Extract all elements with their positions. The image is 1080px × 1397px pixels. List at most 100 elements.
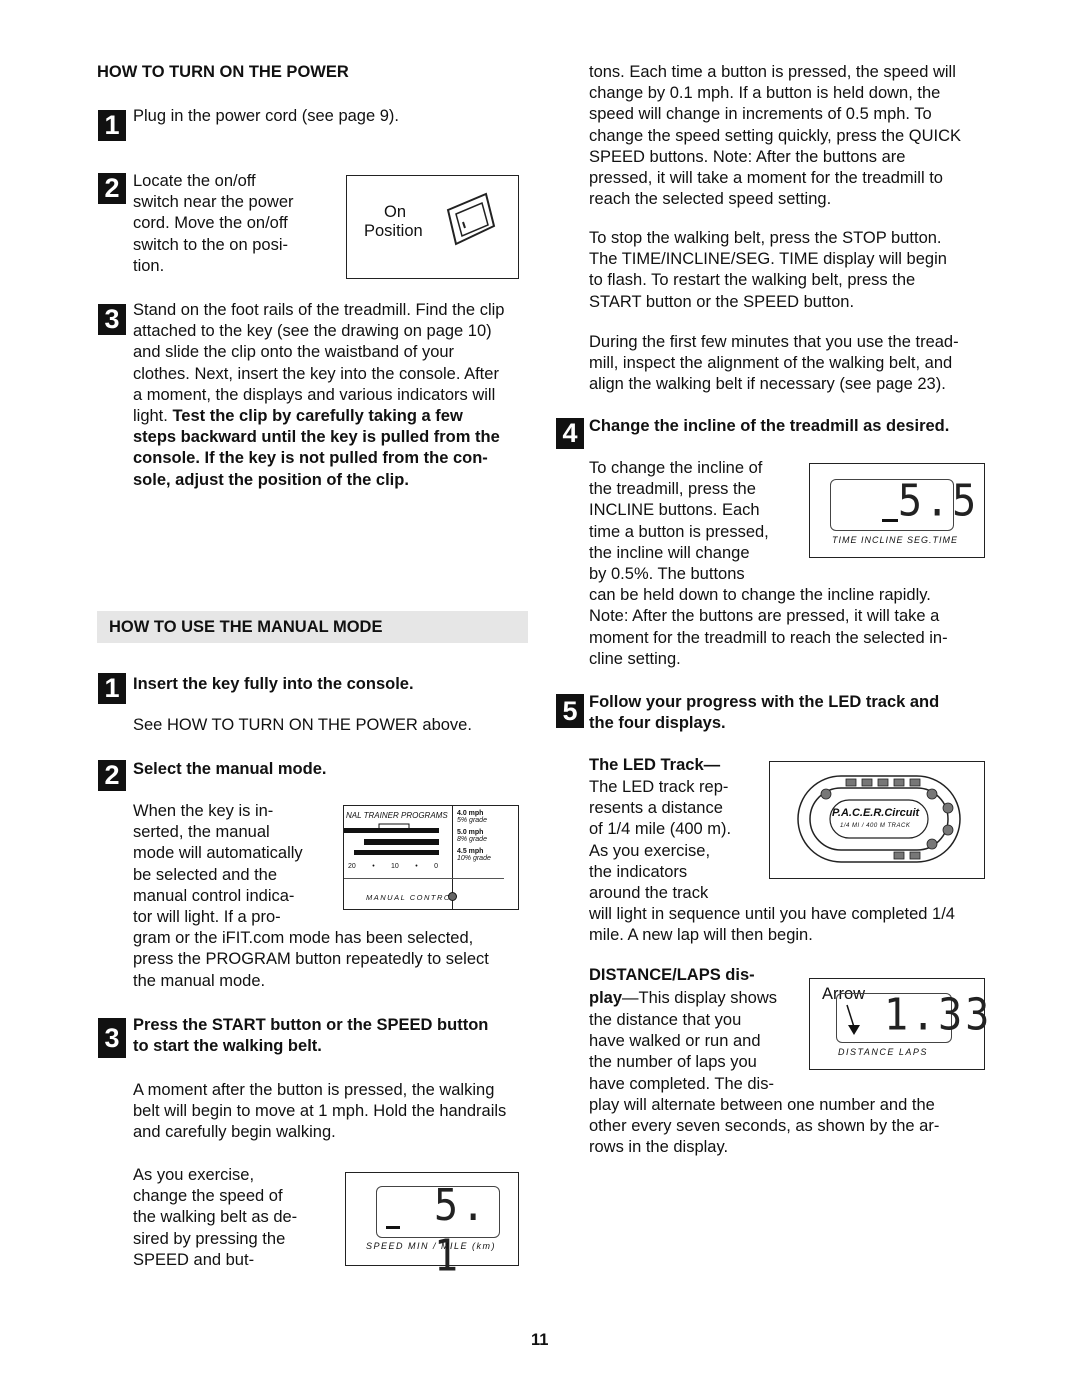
manual-indicator-icon: [448, 892, 457, 901]
text-line: and slide the clip onto the waistband of…: [133, 343, 455, 362]
subheading: DISTANCE/LAPS dis-: [589, 966, 755, 984]
paragraph: tons. Each time a button is pressed, the…: [589, 62, 961, 210]
track-caption: 1/4 MI / 400 M TRACK: [840, 823, 911, 829]
text-line: press the PROGRAM button repeatedly to s…: [133, 950, 489, 969]
subheading: play: [589, 989, 623, 1007]
text-line: cline setting.: [589, 649, 681, 668]
text-line: play will alternate between one number a…: [589, 1095, 935, 1114]
paragraph: During the first few minutes that you us…: [589, 332, 959, 396]
text-line: Locate the on/off: [133, 172, 256, 190]
step-number: 1: [98, 673, 126, 704]
step-number: 4: [556, 418, 584, 449]
step-number: 1: [98, 110, 126, 141]
text-line: around the track: [589, 884, 709, 903]
text-line: the four displays.: [589, 714, 726, 733]
text-line: moment for the treadmill to reach the se…: [589, 628, 948, 647]
text-line: Plug in the power cord (see page 9).: [133, 107, 399, 125]
step-title: Follow your progress with the LED track …: [589, 692, 939, 734]
distance-display-value: 1.33: [884, 989, 993, 1041]
display-labels: SPEED MIN / MILE (km): [366, 1241, 497, 1251]
text-line: pressed, it will take a moment for the t…: [589, 169, 943, 188]
led-track-graphic: [797, 775, 961, 863]
text-line: the walking belt as de-: [133, 1208, 298, 1227]
step-number: 2: [98, 760, 126, 791]
text-line: rows in the display.: [589, 1138, 729, 1157]
text-line: console. If the key is not pulled from t…: [133, 449, 488, 468]
step-number: 3: [98, 1018, 126, 1058]
text-line: steps backward until the key is pulled f…: [133, 428, 500, 447]
text-line: gram or the iFIT.com mode has been selec…: [133, 929, 474, 948]
text-line: attached to the key (see the drawing on …: [133, 322, 492, 341]
text-line: —This display shows: [622, 989, 778, 1007]
text-line: change the speed of: [133, 1187, 283, 1206]
distance-display-figure: Arrow 1.33 DISTANCE LAPS: [809, 978, 989, 1070]
step-title: Press the START button or the SPEED butt…: [133, 1015, 488, 1057]
step-title: Insert the key fully into the console.: [133, 675, 414, 693]
speed-display-value: 5. 1: [434, 1180, 489, 1282]
program-profile-graphic: [344, 823, 439, 855]
arrow-down-icon: [846, 1004, 860, 1035]
step-number: 3: [98, 304, 126, 335]
text-line: change the speed setting quickly, press …: [589, 126, 962, 145]
step-title: Change the incline of the treadmill as d…: [589, 417, 950, 435]
page-number: 11: [531, 1331, 549, 1349]
paragraph: To stop the walking belt, press the STOP…: [589, 228, 947, 313]
step-text: See HOW TO TURN ON THE POWER above.: [133, 715, 472, 736]
led-track-figure: P.A.C.E.R.Circuit 1/4 MI / 400 M TRACK: [769, 761, 985, 879]
text-line: tons. Each time a button is pressed, the…: [589, 63, 956, 81]
text-line: Note: After the buttons are pressed, it …: [589, 607, 940, 626]
text-line: to start the walking belt.: [133, 1037, 322, 1056]
step-number: 2: [98, 173, 126, 204]
step-text: Stand on the foot rails of the treadmill…: [133, 300, 504, 491]
pacer-circuit-logo: P.A.C.E.R.Circuit: [832, 807, 920, 819]
step-number: 5: [556, 694, 584, 728]
text-line: and carefully begin walking.: [133, 1123, 336, 1142]
text-line: by 0.5%. The buttons: [589, 565, 745, 584]
text-line: Follow your progress with the LED track …: [589, 693, 940, 711]
text-line: have completed. The dis-: [589, 1074, 774, 1093]
text-line: reach the selected speed setting.: [589, 190, 832, 209]
panel-ticks: 20 • 10 • 0: [348, 863, 438, 870]
rocker-switch-icon: [446, 192, 496, 246]
text-line: SPEED buttons. Note: After the buttons a…: [589, 147, 906, 166]
manual-page: HOW TO TURN ON THE POWER 1 Plug in the p…: [0, 0, 1080, 1397]
display-labels: DISTANCE LAPS: [838, 1047, 928, 1057]
section-heading-manual: HOW TO USE THE MANUAL MODE: [109, 618, 383, 636]
text-line: switch to the on posi-: [133, 235, 288, 254]
text-line: To stop the walking belt, press the STOP…: [589, 229, 942, 247]
incline-display-value: 5.5: [898, 475, 980, 527]
step-text: A moment after the button is pressed, th…: [133, 1080, 506, 1144]
text-line: light. Test the clip by carefully taking…: [133, 407, 463, 426]
text-line: Press the START button or the SPEED butt…: [133, 1016, 489, 1034]
text-line: the manual mode.: [133, 971, 266, 990]
text-line: START button or the SPEED button.: [589, 292, 855, 311]
display-labels: TIME INCLINE SEG.TIME: [832, 535, 959, 545]
text-line: During the first few minutes that you us…: [589, 333, 959, 351]
text-line: mill, inspect the alignment of the walki…: [589, 354, 953, 373]
on-switch-figure: On Position: [346, 175, 519, 279]
program-list: 4.0 mph 5% grade 5.0 mph 8% grade 4.5 mph 1…: [457, 810, 491, 862]
text-line: sired by pressing the: [133, 1229, 286, 1248]
step-title: Select the manual mode.: [133, 760, 327, 778]
step-text: Locate the on/off switch near the power co…: [133, 171, 294, 277]
figure-label-position: Position: [364, 222, 423, 240]
text-line: mile. A new lap will then begin.: [589, 926, 813, 945]
speed-display-figure: 5. 1 SPEED MIN / MILE (km): [345, 1172, 519, 1282]
text-line: sole, adjust the position of the clip.: [133, 470, 409, 489]
text-line: SPEED and but-: [133, 1250, 255, 1269]
step-text: Plug in the power cord (see page 9).: [133, 106, 399, 127]
text-line: See HOW TO TURN ON THE POWER above.: [133, 716, 472, 734]
text-line: tor will light. If a pro-: [133, 908, 281, 927]
text-line: change by 0.1 mph. If a button is held d…: [589, 84, 941, 103]
text-line: align the walking belt if necessary (see…: [589, 375, 946, 394]
program-panel-figure: NAL TRAINER PROGRAMS 20 • 10 • 0 MANUAL CONT…: [343, 805, 519, 910]
section-heading-power: HOW TO TURN ON THE POWER: [97, 63, 349, 81]
text-line: clothes. Next, insert the key into the c…: [133, 364, 499, 383]
panel-title: NAL TRAINER PROGRAMS: [346, 811, 448, 820]
text-line: can be held down to change the incline r…: [589, 586, 931, 605]
text-line: cord. Move the on/off: [133, 214, 288, 233]
text-line: The TIME/INCLINE/SEG. TIME display will …: [589, 250, 947, 269]
text-line: speed will change in increments of 0.5 m…: [589, 105, 932, 124]
text-line: switch near the power: [133, 193, 294, 212]
incline-display-figure: 5.5 TIME INCLINE SEG.TIME: [809, 463, 985, 558]
